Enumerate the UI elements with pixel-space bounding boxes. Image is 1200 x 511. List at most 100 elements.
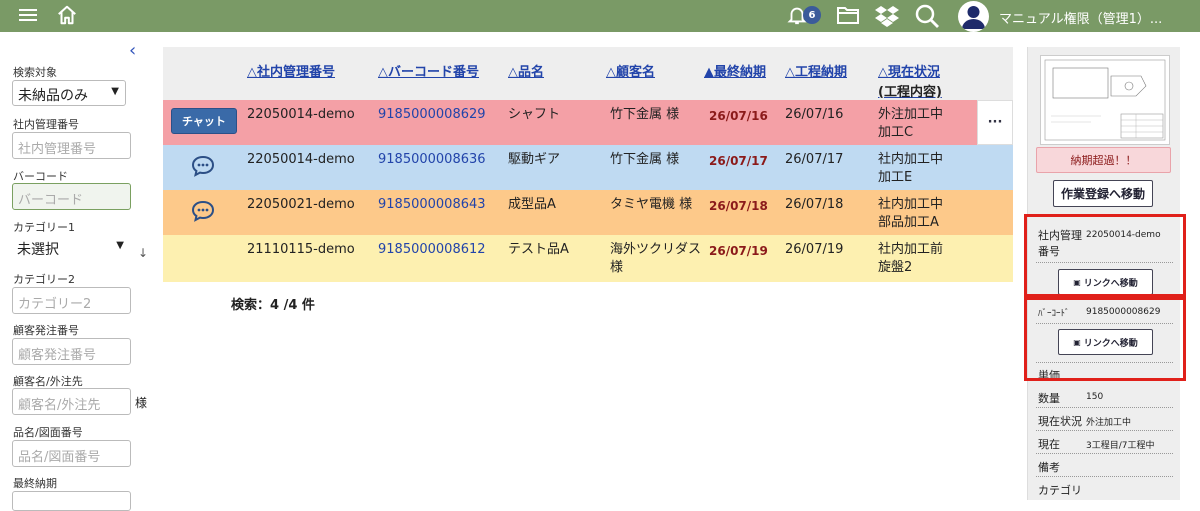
cell-customer: 海外ツクリダス 様	[610, 241, 701, 277]
divider	[1036, 407, 1173, 408]
category1-select[interactable]: 未選択 ▼	[12, 235, 130, 261]
cell-status-line2: 旋盤2	[878, 260, 913, 275]
internal-no-input[interactable]: 社内管理番号	[12, 132, 131, 159]
final-due-label: 最終納期	[13, 477, 57, 490]
cell-process-due: 26/07/19	[785, 242, 844, 257]
cell-product: シャフト	[508, 107, 561, 122]
highlight-box-internal-no	[1024, 214, 1186, 297]
header-status[interactable]: △現在状況 (工程内容)	[878, 61, 942, 100]
cell-customer-line2: 様	[610, 260, 624, 275]
cell-barcode[interactable]: 9185000008643	[378, 196, 486, 214]
hamburger-menu-icon[interactable]	[19, 6, 37, 26]
search-sidebar: ‹ 検索対象 未納品のみ ▼ 社内管理番号 社内管理番号 バーコード バーコード…	[0, 32, 160, 511]
dropbox-icon[interactable]	[875, 5, 899, 27]
header-internal-no[interactable]: △社内管理番号	[247, 61, 335, 80]
more-options-button[interactable]: ···	[977, 100, 1013, 145]
divider	[1036, 430, 1173, 431]
cell-internal-no: 21110115-demo	[247, 242, 355, 257]
highlight-box-barcode	[1024, 297, 1186, 381]
folder-icon[interactable]	[836, 5, 860, 25]
category2-input[interactable]: カテゴリー2	[12, 287, 131, 314]
header-process-due[interactable]: △工程納期	[785, 61, 847, 80]
current-label: 現在	[1038, 438, 1060, 451]
cell-product: テスト品A	[508, 242, 569, 257]
chat-bubble-icon[interactable]	[191, 155, 215, 177]
overdue-badge: 納期超過！！	[1036, 147, 1171, 173]
cell-status-line1: 社内加工前	[878, 242, 944, 257]
cell-process-due: 26/07/17	[785, 152, 844, 167]
cell-barcode[interactable]: 9185000008636	[378, 151, 486, 169]
cell-status-line2: 部品加工A	[878, 215, 939, 230]
category1-label: カテゴリー1	[13, 221, 75, 234]
table-header: △社内管理番号 △バーコード番号 △品名 △顧客名 ▲最終納期 △工程納期 △現…	[163, 47, 1013, 100]
search-target-select[interactable]: 未納品のみ ▼	[12, 80, 126, 106]
user-name[interactable]: マニュアル権限（管理1）...	[999, 8, 1162, 27]
header-barcode[interactable]: △バーコード番号	[378, 61, 479, 80]
table-row[interactable]: 21110115-demo 9185000008612 テスト品A 海外ツクリダ…	[163, 235, 1013, 282]
cell-status-line2: 加工C	[878, 125, 914, 140]
current-value: 3工程目/7工程中	[1086, 441, 1155, 451]
cell-final-due: 26/07/16	[709, 109, 768, 123]
cell-customer: タミヤ電機 様	[610, 197, 693, 212]
sort-icon[interactable]: ↓	[138, 246, 148, 260]
cell-status: 社内加工中 部品加工A	[878, 196, 943, 232]
drawing-thumbnail[interactable]	[1040, 55, 1170, 145]
customer-order-input[interactable]: 顧客発注番号	[12, 338, 131, 365]
notification-badge[interactable]: 6	[803, 6, 821, 24]
home-icon[interactable]	[56, 4, 78, 26]
product-input[interactable]: 品名/図面番号	[12, 440, 131, 467]
search-target-label: 検索対象	[13, 66, 57, 79]
divider	[1036, 453, 1173, 454]
chat-bubble-icon[interactable]	[191, 200, 215, 222]
cell-barcode[interactable]: 9185000008629	[378, 106, 486, 124]
product-label: 品名/図面番号	[13, 426, 83, 439]
barcode-input[interactable]: バーコード	[12, 183, 131, 210]
search-icon[interactable]	[914, 3, 940, 29]
cell-internal-no: 22050014-demo	[247, 152, 355, 167]
cell-customer: 竹下金属 様	[610, 107, 680, 122]
cell-status-line1: 社内加工中	[878, 152, 944, 167]
final-due-input[interactable]	[12, 491, 131, 511]
cell-status-line1: 社内加工中	[878, 197, 944, 212]
header-product[interactable]: △品名	[508, 61, 544, 80]
customer-name-input[interactable]: 顧客名/外注先	[12, 388, 131, 415]
result-count: 検索：4 /4 件	[231, 298, 315, 313]
header-final-due[interactable]: ▲最終納期	[704, 61, 766, 80]
customer-order-label: 顧客発注番号	[13, 324, 79, 337]
chevron-down-icon: ▼	[111, 86, 119, 97]
cell-process-due: 26/07/16	[785, 107, 844, 122]
cell-barcode[interactable]: 9185000008612	[378, 241, 486, 259]
header-status-label: △現在状況	[878, 65, 940, 80]
category-label: カテゴリ	[1038, 484, 1082, 497]
quantity-label: 数量	[1038, 392, 1060, 405]
collapse-sidebar-icon[interactable]: ‹	[129, 40, 136, 61]
note-label: 備考	[1038, 461, 1060, 474]
category2-label: カテゴリー2	[13, 273, 75, 286]
table-row[interactable]: チャット 22050014-demo 9185000008629 シャフト 竹下…	[163, 100, 1013, 145]
table-row[interactable]: 22050014-demo 9185000008636 駆動ギア 竹下金属 様 …	[163, 145, 1013, 190]
table-row[interactable]: 22050021-demo 9185000008643 成型品A タミヤ電機 様…	[163, 190, 1013, 235]
cell-final-due: 26/07/19	[709, 244, 768, 258]
customer-name-label: 顧客名/外注先	[13, 375, 83, 388]
cell-status-line2: 加工E	[878, 170, 913, 185]
cell-final-due: 26/07/17	[709, 154, 768, 168]
cell-status: 社内加工前 旋盤2	[878, 241, 943, 277]
header-status-sub: (工程内容)	[878, 85, 942, 100]
chat-button[interactable]: チャット	[171, 108, 237, 134]
cell-customer: 竹下金属 様	[610, 152, 680, 167]
internal-no-label: 社内管理番号	[13, 118, 79, 131]
cell-process-due: 26/07/18	[785, 197, 844, 212]
cell-internal-no: 22050014-demo	[247, 107, 355, 122]
user-avatar-icon[interactable]	[958, 1, 989, 32]
cell-status: 社内加工中 加工E	[878, 151, 943, 187]
cell-product: 成型品A	[508, 197, 556, 212]
status-value: 外注加工中	[1086, 418, 1132, 428]
header-customer[interactable]: △顧客名	[606, 61, 655, 80]
work-register-button[interactable]: 作業登録へ移動	[1053, 180, 1153, 207]
quantity-value: 150	[1086, 392, 1104, 402]
status-label: 現在状況	[1038, 415, 1082, 428]
cell-customer-line1: 海外ツクリダス	[610, 242, 702, 257]
cell-internal-no: 22050021-demo	[247, 197, 355, 212]
chevron-down-icon: ▼	[116, 240, 124, 251]
cell-status: 外注加工中 加工C	[878, 106, 943, 142]
